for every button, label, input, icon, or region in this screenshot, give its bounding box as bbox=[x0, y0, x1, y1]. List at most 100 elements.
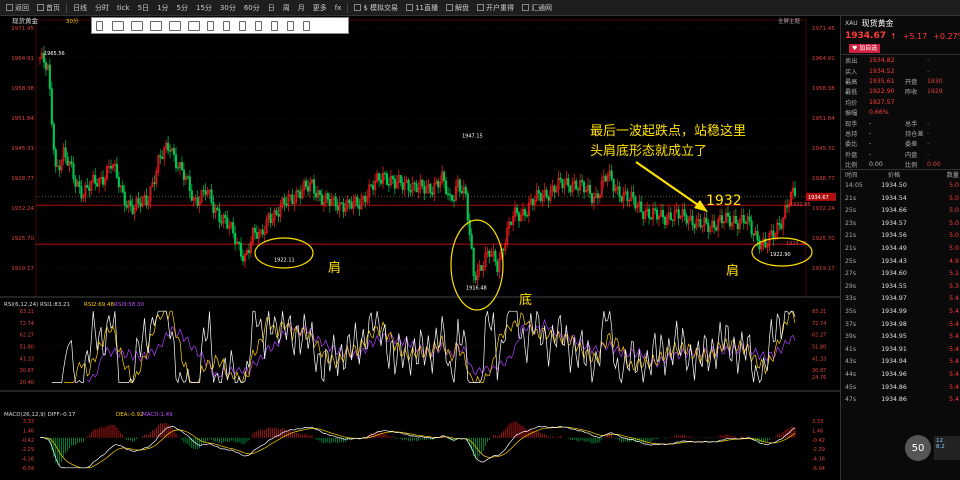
add-watchlist-button[interactable]: ♥ 加自选 bbox=[849, 43, 881, 53]
toolbar-item-7[interactable]: 1分 bbox=[153, 0, 172, 16]
brush-icon[interactable] bbox=[223, 20, 230, 31]
candle-down bbox=[139, 202, 142, 207]
kline-chart-area[interactable]: 1971.45 1971.45 1964.91 1964.91 1958.38 1958.… bbox=[0, 16, 840, 480]
macd-axis-right: -6.04 bbox=[812, 466, 825, 472]
toolbar-item-6[interactable]: 5日 bbox=[134, 0, 153, 16]
candle-down bbox=[559, 177, 562, 180]
candle-down bbox=[356, 196, 359, 206]
tick-time: 23s bbox=[845, 219, 857, 227]
floating-ball[interactable]: 50 bbox=[905, 435, 931, 461]
quote-row: 最高 1935.61 开盘 1930 bbox=[841, 76, 960, 86]
toolbar-label: 更多 bbox=[312, 3, 327, 12]
toolbar-item-5[interactable]: tick bbox=[113, 0, 134, 16]
candle-down bbox=[218, 209, 221, 222]
candle-down bbox=[748, 216, 751, 222]
candle-down bbox=[312, 179, 316, 194]
toolbar-item-12[interactable]: 日 bbox=[264, 0, 279, 16]
toolbar-separator bbox=[347, 2, 349, 13]
candle-down bbox=[94, 175, 97, 184]
toolbar-item-0[interactable]: 返回 bbox=[2, 0, 33, 16]
candle-down bbox=[174, 154, 178, 168]
tick-time: 39s bbox=[845, 333, 857, 341]
tick-row: 41s 1934.91 5.4 bbox=[841, 343, 960, 356]
rsi-axis-right: 83.21 bbox=[812, 309, 826, 315]
candle-down bbox=[683, 209, 686, 216]
candle-down bbox=[429, 183, 432, 193]
magnet-icon[interactable] bbox=[239, 20, 246, 31]
quote-label: 现手 bbox=[845, 120, 858, 128]
line-tool-icon[interactable] bbox=[112, 20, 124, 31]
pattern-tool-icon[interactable] bbox=[169, 20, 181, 31]
toolbar-item-4[interactable]: 分时 bbox=[91, 0, 113, 16]
candle-down bbox=[596, 193, 599, 199]
candle-down bbox=[547, 197, 550, 201]
candle-down bbox=[153, 182, 156, 184]
toolbar-item-22[interactable]: 汇通网 bbox=[518, 0, 556, 16]
instrument-label: 现货黄金 bbox=[12, 16, 39, 25]
tick-time: 21s bbox=[845, 245, 857, 253]
pen-icon[interactable] bbox=[207, 20, 214, 31]
tick-time: 25s bbox=[845, 207, 857, 215]
toolbar-item-8[interactable]: 5分 bbox=[173, 0, 192, 16]
candle-down bbox=[393, 178, 396, 189]
candle-down bbox=[167, 142, 170, 151]
high-label-start: 1965.56 bbox=[44, 51, 65, 57]
toolbar-item-15[interactable]: 更多 bbox=[309, 0, 331, 16]
toolbar-label: 汇通网 bbox=[530, 3, 552, 12]
candle-down bbox=[196, 197, 199, 206]
tick-header-time: 时间 bbox=[845, 172, 858, 180]
candle-down bbox=[423, 185, 426, 194]
trash-icon[interactable] bbox=[271, 20, 278, 31]
symbol-name: 现货黄金 bbox=[861, 18, 894, 28]
candle-down bbox=[255, 232, 258, 239]
tick-qty: 5.4 bbox=[949, 358, 959, 366]
candle-down bbox=[531, 198, 534, 205]
settings-icon[interactable] bbox=[303, 20, 310, 31]
eraser-icon[interactable] bbox=[255, 20, 262, 31]
toolbar-item-18[interactable]: $ 模拟交易 bbox=[350, 0, 402, 16]
text-tool-icon[interactable] bbox=[188, 20, 200, 31]
tick-list[interactable]: 14:05 1934.50 5.0 21s 1934.54 5.0 25s 1934.66 5.… bbox=[841, 179, 960, 406]
channel-tool-icon[interactable] bbox=[150, 20, 162, 31]
toolbar-item-21[interactable]: 开户重得 bbox=[473, 0, 518, 16]
toolbar-item-16[interactable]: fx bbox=[331, 0, 346, 16]
toolbar-item-10[interactable]: 30分 bbox=[216, 0, 240, 16]
candle-down bbox=[74, 178, 77, 187]
price-change-pct: +0.27% bbox=[933, 31, 960, 41]
candle-down bbox=[437, 180, 440, 188]
candle-down bbox=[241, 256, 245, 262]
tick-qty: 5.0 bbox=[949, 232, 959, 240]
trend-tool-icon[interactable] bbox=[131, 20, 143, 31]
toolbar-item-19[interactable]: 11直播 bbox=[402, 0, 442, 16]
candle-down bbox=[642, 211, 645, 219]
candle-down bbox=[653, 208, 657, 211]
tick-qty: 5.0 bbox=[949, 245, 959, 253]
eye-icon[interactable] bbox=[287, 20, 294, 31]
tick-time: 43s bbox=[845, 358, 857, 366]
tick-time: 21s bbox=[845, 232, 857, 240]
price-axis-left-label: 1964.91 bbox=[11, 56, 34, 62]
drag-handle-icon[interactable] bbox=[96, 20, 103, 31]
price-row: 1934.67 ↑ +5.17 +0.27% bbox=[841, 30, 960, 42]
toolbar-item-9[interactable]: 15分 bbox=[192, 0, 216, 16]
toolbar-item-14[interactable]: 月 bbox=[294, 0, 309, 16]
candle-down bbox=[561, 179, 564, 189]
candle-down bbox=[88, 187, 91, 191]
kline-chart-svg[interactable]: 1971.45 1971.45 1964.91 1964.91 1958.38 1958.… bbox=[0, 16, 840, 480]
toolbar-item-13[interactable]: 周 bbox=[279, 0, 294, 16]
candle-down bbox=[72, 163, 75, 180]
macd-diff-line bbox=[39, 426, 796, 469]
toolbar-item-20[interactable]: 解盘 bbox=[442, 0, 473, 16]
candle-down bbox=[216, 207, 219, 210]
candle-down bbox=[793, 187, 797, 196]
candle-down bbox=[385, 173, 388, 185]
candle-down bbox=[445, 180, 448, 195]
toolbar-item-3[interactable]: 日线 bbox=[69, 0, 91, 16]
toolbar-item-1[interactable]: 首页 bbox=[33, 0, 64, 16]
toolbar-label: 1分 bbox=[157, 3, 169, 12]
toolbar-label: 11直播 bbox=[415, 3, 438, 12]
candle-down bbox=[188, 176, 191, 192]
toolbar-item-11[interactable]: 60分 bbox=[240, 0, 264, 16]
toolbar-label: $ 模拟交易 bbox=[363, 3, 399, 12]
quote-label: 总持 bbox=[845, 130, 858, 138]
